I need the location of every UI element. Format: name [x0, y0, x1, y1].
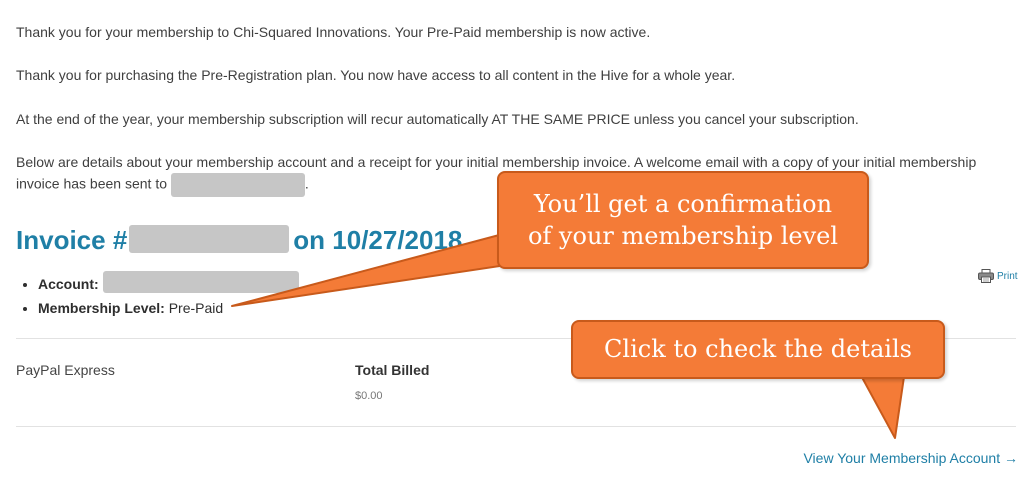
redacted-email — [170, 173, 305, 197]
details-callout-pointer — [857, 369, 906, 439]
plan-message: Thank you for purchasing the Pre-Registr… — [16, 67, 736, 83]
membership-level-value: Pre-Paid — [168, 300, 224, 316]
details-intro-end: . — [304, 175, 309, 192]
confirmation-callout-line1: You’ll get a confirmation — [533, 190, 833, 218]
membership-level-label: Membership Level: — [38, 300, 165, 316]
invoice-date: on 10/27/2018 — [293, 225, 463, 255]
confirmation-callout-line2: of your membership level — [527, 222, 839, 250]
invoice-details-list: Account: Membership Level: Pre-Paid — [22, 271, 299, 320]
account-label: Account: — [38, 276, 99, 292]
divider-bottom — [16, 426, 1016, 427]
check-details-callout: Click to check the details — [571, 320, 945, 379]
membership-level-item: Membership Level: Pre-Paid — [38, 296, 299, 320]
view-membership-account-link[interactable]: View Your Membership Account → — [803, 450, 1018, 466]
account-item: Account: — [38, 271, 299, 296]
confirmation-callout: You’ll get a confirmation of your member… — [497, 171, 869, 269]
total-billed-value: $0.00 — [355, 390, 383, 402]
printer-icon — [978, 269, 994, 283]
redacted-account — [102, 271, 299, 293]
check-details-callout-text: Click to check the details — [604, 335, 912, 363]
recurring-message: At the end of the year, your membership … — [16, 111, 859, 127]
payment-method: PayPal Express — [16, 362, 115, 378]
redacted-invoice-number — [129, 225, 290, 253]
invoice-title: Invoice # on 10/27/2018 — [16, 223, 462, 257]
total-billed-label: Total Billed — [355, 362, 430, 378]
invoice-prefix: Invoice # — [16, 225, 128, 255]
thank-you-message: Thank you for your membership to Chi-Squ… — [16, 24, 651, 40]
print-button[interactable]: Print — [978, 269, 1018, 283]
print-label: Print — [997, 270, 1018, 282]
